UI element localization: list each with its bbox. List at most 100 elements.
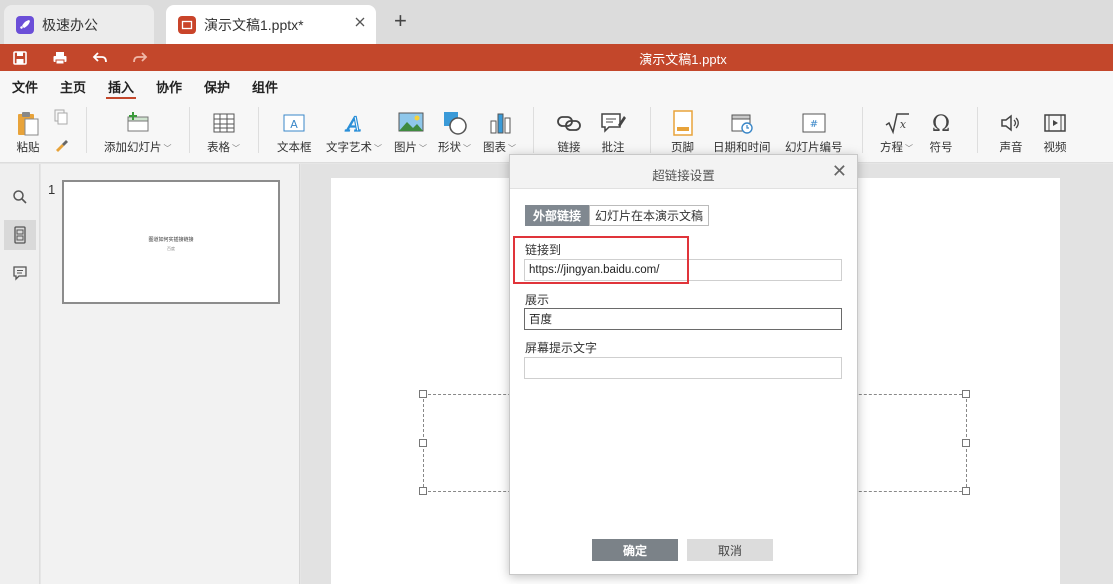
chart-button[interactable]: 图表 ﹀ <box>483 109 516 155</box>
ribbon-separator <box>862 107 863 153</box>
tab-jisu-office[interactable]: 极速办公 <box>4 5 154 44</box>
link-url-input[interactable] <box>524 259 842 281</box>
comment-icon <box>600 109 626 137</box>
chevron-down-icon: ﹀ <box>232 144 240 153</box>
ribbon-separator <box>977 107 978 153</box>
menu-file[interactable]: 文件 <box>12 77 38 96</box>
brush-icon <box>52 135 70 155</box>
menu-components[interactable]: 组件 <box>252 77 278 96</box>
table-label: 表格 <box>207 142 230 154</box>
resize-handle[interactable] <box>962 439 970 447</box>
shape-button[interactable]: 形状 ﹀ <box>438 109 471 155</box>
display-label: 展示 <box>525 293 550 307</box>
display-text-input[interactable] <box>524 308 842 330</box>
datetime-button[interactable]: 日期和时间 <box>713 109 771 155</box>
add-slide-button[interactable]: 添加幻灯片 ﹀ <box>104 109 172 155</box>
paste-button[interactable]: 粘贴 <box>14 109 42 155</box>
svg-text:A: A <box>290 118 298 131</box>
video-icon <box>1043 109 1067 137</box>
screen-tip-input[interactable] <box>524 357 842 379</box>
paste-label: 粘贴 <box>16 142 40 154</box>
menu-collaborate[interactable]: 协作 <box>156 77 182 96</box>
symbol-label: 符号 <box>929 142 953 154</box>
image-button[interactable]: 图片 ﹀ <box>394 109 427 155</box>
dialog-title: 超链接设置 <box>652 169 715 183</box>
video-button[interactable]: 视频 <box>1043 109 1067 155</box>
chevron-down-icon: ﹀ <box>419 144 427 153</box>
tab-label: 演示文稿1.pptx* <box>204 16 304 33</box>
slide-thumbnail[interactable]: 图道如何实插接链接 百度 <box>62 180 280 304</box>
comments-panel-icon[interactable] <box>4 258 36 288</box>
footer-button[interactable]: 页脚 <box>671 109 694 155</box>
wordart-button[interactable]: A 文字艺术 ﹀ <box>326 109 382 155</box>
cancel-button[interactable]: 取消 <box>687 539 773 561</box>
table-button[interactable]: 表格 ﹀ <box>207 109 240 155</box>
table-icon <box>212 109 236 137</box>
textbox-label: 文本框 <box>277 142 312 154</box>
shape-label: 形状 <box>438 142 461 154</box>
left-tool-strip <box>0 164 40 584</box>
menu-insert[interactable]: 插入 <box>105 77 137 100</box>
sqrt-icon: x <box>884 109 910 137</box>
close-icon[interactable]: ✕ <box>832 161 847 182</box>
calendar-icon <box>730 109 754 137</box>
comment-button[interactable]: 批注 <box>600 109 626 155</box>
audio-button[interactable]: 声音 <box>999 109 1023 155</box>
slides-panel-icon[interactable] <box>4 220 36 250</box>
window-title: 演示文稿1.pptx <box>639 52 727 67</box>
footer-icon <box>672 109 694 137</box>
tab-label: 极速办公 <box>42 16 98 33</box>
link-to-label: 链接到 <box>525 243 562 257</box>
resize-handle[interactable] <box>962 390 970 398</box>
quick-access-bar: 演示文稿1.pptx <box>0 44 1113 71</box>
chevron-down-icon: ﹀ <box>374 144 382 153</box>
speaker-icon <box>999 109 1023 137</box>
tab-slide-in-presentation[interactable]: 幻灯片在本演示文稿 <box>589 205 709 226</box>
slide-number-button[interactable]: # 幻灯片编号 <box>785 109 843 155</box>
wordart-label: 文字艺术 <box>326 142 372 154</box>
thumb-subtitle: 百度 <box>167 246 175 251</box>
datetime-label: 日期和时间 <box>713 142 771 154</box>
svg-text:#: # <box>810 119 818 130</box>
presentation-icon <box>178 15 196 34</box>
search-icon[interactable] <box>4 182 36 212</box>
link-button[interactable]: 链接 <box>556 109 582 155</box>
slide-thumbnail-pane: 1 图道如何实插接链接 百度 <box>41 164 300 584</box>
thumb-title: 图道如何实插接链接 <box>148 237 194 243</box>
resize-handle[interactable] <box>962 487 970 495</box>
tab-presentation[interactable]: 演示文稿1.pptx* <box>166 5 376 44</box>
add-slide-icon <box>125 109 151 137</box>
ribbon-separator <box>258 107 259 153</box>
menu-home[interactable]: 主页 <box>60 77 86 96</box>
footer-label: 页脚 <box>671 142 694 154</box>
ribbon-separator <box>533 107 534 153</box>
comment-label: 批注 <box>601 142 625 154</box>
chevron-down-icon: ﹀ <box>508 144 516 153</box>
rocket-icon <box>16 15 34 34</box>
svg-text:A: A <box>345 112 361 135</box>
textbox-icon: A <box>282 109 306 137</box>
chevron-down-icon: ﹀ <box>905 144 913 153</box>
ok-button[interactable]: 确定 <box>592 539 678 561</box>
textbox-button[interactable]: A 文本框 <box>277 109 312 155</box>
new-tab-button[interactable]: + <box>394 10 407 32</box>
svg-text:x: x <box>899 118 906 131</box>
resize-handle[interactable] <box>419 439 427 447</box>
tab-strip: 极速办公 演示文稿1.pptx* + <box>0 0 1113 44</box>
close-tab-icon[interactable] <box>354 15 366 31</box>
tooltip-label: 屏幕提示文字 <box>525 341 598 355</box>
menu-bar: 文件 主页 插入 协作 保护 组件 <box>0 71 1113 100</box>
format-painter-button[interactable] <box>52 135 70 155</box>
resize-handle[interactable] <box>419 390 427 398</box>
symbol-button[interactable]: Ω 符号 <box>929 109 953 155</box>
copy-button[interactable] <box>52 107 70 127</box>
equation-button[interactable]: x 方程 ﹀ <box>880 109 913 155</box>
hyperlink-settings-dialog: 超链接设置 ✕ 外部链接 幻灯片在本演示文稿 链接到 展示 屏幕提示文字 确定 … <box>509 154 858 575</box>
menu-protect[interactable]: 保护 <box>204 77 230 96</box>
ribbon-separator <box>189 107 190 153</box>
chevron-down-icon: ﹀ <box>463 144 471 153</box>
shape-icon <box>442 109 468 137</box>
tab-external-link[interactable]: 外部链接 <box>525 205 589 226</box>
clipboard-icon <box>14 109 42 137</box>
resize-handle[interactable] <box>419 487 427 495</box>
